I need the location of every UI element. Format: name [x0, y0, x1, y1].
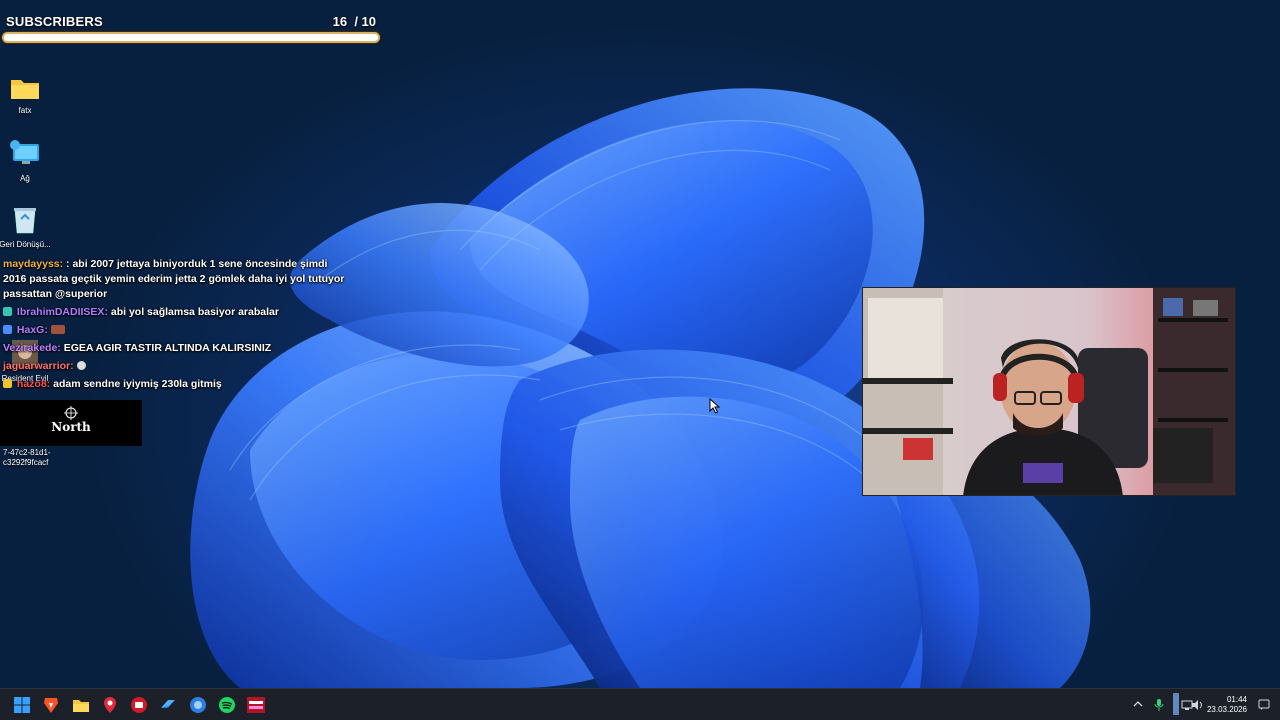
- maps-pin-icon[interactable]: [101, 696, 119, 714]
- webcam-overlay: [862, 287, 1236, 496]
- chat-text: adam sendne iyiymiş 230la gitmiş: [53, 378, 222, 390]
- clock[interactable]: 01:44 23.03.2026: [1207, 695, 1247, 715]
- subscriber-goal-widget: SUBSCRIBERS 16 / 10: [2, 10, 384, 50]
- clock-date: 23.03.2026: [1206, 705, 1247, 714]
- webcam-feed: [863, 288, 1235, 495]
- chat-overlay: maydayyss: : abi 2007 jettaya biniyorduk…: [3, 257, 353, 395]
- desktop-icon-label: Geri Dönüşü...: [0, 240, 51, 249]
- chat-username: jaguarwarrior:: [3, 360, 74, 372]
- chat-message: hazo8: adam sendne iyiymiş 230la gitmiş: [3, 377, 353, 392]
- chat-message: Vezirakede: EGEA AGIR TASTIR ALTINDA KAL…: [3, 341, 353, 356]
- subscriber-progress-bar: [2, 32, 380, 43]
- desktop-icon-fatx[interactable]: fatx: [0, 76, 55, 116]
- chat-message: IbrahimDADIISEX: abi yol sağlamsa basiyo…: [3, 305, 353, 320]
- chat-text: abi yol sağlamsa basiyor arabalar: [110, 306, 279, 318]
- chevron-up-icon[interactable]: [1133, 699, 1143, 712]
- chat-message: HaxG:: [3, 323, 353, 338]
- steam-icon[interactable]: [159, 696, 177, 714]
- app-red-icon[interactable]: [130, 696, 148, 714]
- subscriber-current: 16: [332, 14, 348, 29]
- file-explorer-icon[interactable]: [72, 696, 90, 714]
- windows-start-icon[interactable]: [13, 696, 31, 714]
- brave-browser-icon[interactable]: [42, 696, 60, 714]
- emote-icon: [76, 361, 86, 370]
- subscriber-goal-title: SUBSCRIBERS: [6, 14, 103, 29]
- badge-icon: [3, 325, 12, 334]
- chat-username: Vezirakede:: [3, 342, 61, 354]
- chat-username: HaxG:: [16, 324, 48, 336]
- clock-time: 01:44: [1226, 695, 1247, 704]
- chat-username: hazo8:: [16, 378, 51, 390]
- compass-icon: [64, 406, 78, 420]
- mouse-cursor-icon: [709, 398, 721, 414]
- notification-icon[interactable]: [1258, 699, 1270, 714]
- badge-icon: [3, 379, 12, 388]
- chat-text: EGEA AGIR TASTIR ALTINDA KALIRSINIZ: [63, 342, 272, 354]
- app-thumbnail-icon[interactable]: [247, 696, 265, 714]
- app-blue-circle-icon[interactable]: [189, 696, 207, 714]
- north-logo: North: [0, 400, 142, 446]
- spotify-icon[interactable]: [218, 696, 236, 714]
- microphone-icon[interactable]: [1154, 699, 1164, 714]
- chat-username: maydayyss:: [3, 258, 64, 270]
- badge-icon: [3, 307, 12, 316]
- desktop-icon-label: Ağ: [20, 174, 30, 183]
- volume-icon[interactable]: [1191, 699, 1203, 714]
- folder-icon: [0, 76, 55, 103]
- subscriber-goal-count: 16 / 10: [333, 14, 376, 29]
- desktop-icon-recycle-bin[interactable]: Geri Dönüşü...: [0, 206, 55, 250]
- chat-username: IbrahimDADIISEX:: [16, 306, 108, 318]
- subscriber-target: / 10: [354, 14, 376, 29]
- desktop-icon-network[interactable]: Ağ: [0, 140, 55, 184]
- recycle-bin-icon: [0, 206, 55, 237]
- desktop-icon-label: fatx: [18, 106, 32, 115]
- desktop: fatx Ağ Geri Dönüşü... Resident Evil SUB…: [0, 0, 1280, 688]
- subscriber-progress-fill: [4, 34, 378, 41]
- pen-tablet-icon[interactable]: [1172, 693, 1180, 718]
- emote-icon: [50, 325, 65, 334]
- chat-message: maydayyss: : abi 2007 jettaya biniyorduk…: [3, 257, 353, 302]
- taskbar: 01:44 23.03.2026: [0, 688, 1280, 720]
- chat-message: jaguarwarrior:: [3, 359, 353, 374]
- network-icon: [0, 140, 55, 171]
- file-id-label: 7-47c2-81d1- c3292f9fcacf: [3, 448, 51, 467]
- north-logo-text: North: [51, 420, 91, 434]
